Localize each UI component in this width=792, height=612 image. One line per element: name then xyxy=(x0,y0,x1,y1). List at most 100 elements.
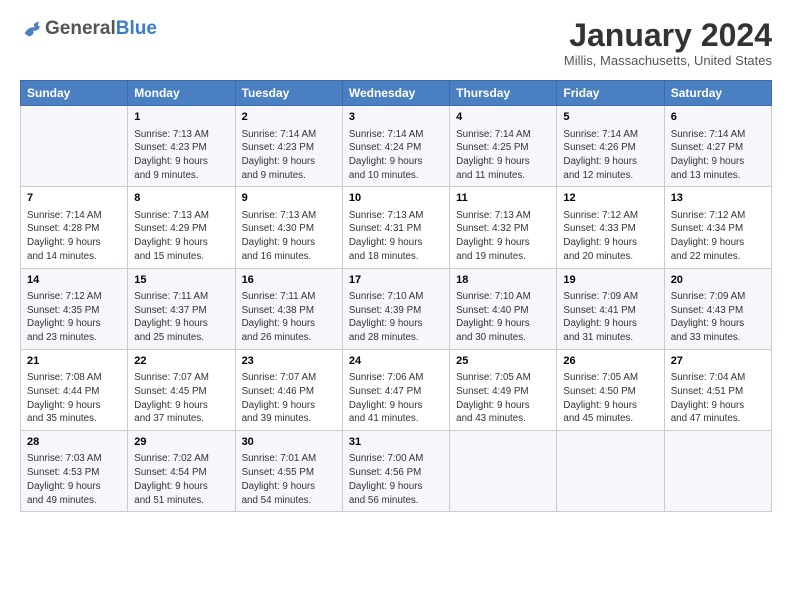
cell-line: Sunrise: 7:00 AM xyxy=(349,452,443,466)
cell-line: Daylight: 9 hours xyxy=(671,236,765,250)
cell-line: and 23 minutes. xyxy=(27,331,121,345)
day-number: 1 xyxy=(134,110,228,125)
cell-line: Sunset: 4:29 PM xyxy=(134,222,228,236)
calendar-cell: 24Sunrise: 7:06 AMSunset: 4:47 PMDayligh… xyxy=(342,349,449,430)
calendar-cell: 18Sunrise: 7:10 AMSunset: 4:40 PMDayligh… xyxy=(450,268,557,349)
calendar-cell: 17Sunrise: 7:10 AMSunset: 4:39 PMDayligh… xyxy=(342,268,449,349)
calendar-cell: 29Sunrise: 7:02 AMSunset: 4:54 PMDayligh… xyxy=(128,431,235,512)
cell-line: and 41 minutes. xyxy=(349,412,443,426)
week-row-4: 21Sunrise: 7:08 AMSunset: 4:44 PMDayligh… xyxy=(21,349,772,430)
cell-line: and 11 minutes. xyxy=(456,169,550,183)
calendar-cell: 25Sunrise: 7:05 AMSunset: 4:49 PMDayligh… xyxy=(450,349,557,430)
cell-line: and 37 minutes. xyxy=(134,412,228,426)
cell-line: Sunset: 4:33 PM xyxy=(563,222,657,236)
cell-line: Sunset: 4:27 PM xyxy=(671,141,765,155)
cell-line: Sunset: 4:31 PM xyxy=(349,222,443,236)
cell-line: Sunrise: 7:10 AM xyxy=(349,290,443,304)
cell-line: and 31 minutes. xyxy=(563,331,657,345)
week-row-1: 1 Sunrise: 7:13 AM Sunset: 4:23 PM Daylight… xyxy=(21,106,772,187)
calendar-cell: 31 Sunrise: 7:00 AMSunset: 4:56 PMDayligh… xyxy=(342,431,449,512)
calendar-cell: 5Sunrise: 7:14 AMSunset: 4:26 PMDaylight… xyxy=(557,106,664,187)
calendar-cell: 28Sunrise: 7:03 AMSunset: 4:53 PMDayligh… xyxy=(21,431,128,512)
cell-line: Sunset: 4:34 PM xyxy=(671,222,765,236)
day-number: 2 xyxy=(242,110,336,125)
calendar-cell: 4Sunrise: 7:14 AMSunset: 4:25 PMDaylight… xyxy=(450,106,557,187)
day-number: 20 xyxy=(671,273,765,288)
cell-line: Sunrise: 7:09 AM xyxy=(563,290,657,304)
cell-line: Sunset: 4:44 PM xyxy=(27,385,121,399)
cell-line: Daylight: 9 hours xyxy=(27,399,121,413)
cell-line: and 26 minutes. xyxy=(242,331,336,345)
cell-line: Sunset: 4:56 PM xyxy=(349,466,443,480)
cell-line: Sunset: 4:55 PM xyxy=(242,466,336,480)
calendar-cell: 9Sunrise: 7:13 AMSunset: 4:30 PMDaylight… xyxy=(235,187,342,268)
cell-line: Daylight: 9 hours xyxy=(456,317,550,331)
calendar-cell: 3Sunrise: 7:14 AMSunset: 4:24 PMDaylight… xyxy=(342,106,449,187)
cell-line: and 18 minutes. xyxy=(349,250,443,264)
cell-line: Daylight: 9 hours xyxy=(349,236,443,250)
cell-line: Sunset: 4:26 PM xyxy=(563,141,657,155)
day-number: 30 xyxy=(242,435,336,450)
cell-line: Sunrise: 7:07 AM xyxy=(242,371,336,385)
day-number: 14 xyxy=(27,273,121,288)
cell-line: Sunrise: 7:13 AM xyxy=(134,128,228,142)
day-number: 19 xyxy=(563,273,657,288)
day-number: 10 xyxy=(349,191,443,206)
cell-line: and 56 minutes. xyxy=(349,494,443,508)
logo-bird-icon xyxy=(23,20,45,38)
day-number: 3 xyxy=(349,110,443,125)
calendar-cell: 12Sunrise: 7:12 AMSunset: 4:33 PMDayligh… xyxy=(557,187,664,268)
cell-line: Daylight: 9 hours xyxy=(242,480,336,494)
calendar-cell: 16Sunrise: 7:11 AMSunset: 4:38 PMDayligh… xyxy=(235,268,342,349)
cell-line: Sunset: 4:38 PM xyxy=(242,304,336,318)
cell-line: Sunset: 4:46 PM xyxy=(242,385,336,399)
cell-line: Daylight: 9 hours xyxy=(134,317,228,331)
cell-line: and 9 minutes. xyxy=(242,169,336,183)
cell-line: Daylight: 9 hours xyxy=(563,317,657,331)
cell-line: Daylight: 9 hours xyxy=(27,480,121,494)
cell-line: Sunset: 4:54 PM xyxy=(134,466,228,480)
cell-line: Daylight: 9 hours xyxy=(671,399,765,413)
col-header-sunday: Sunday xyxy=(21,81,128,106)
cell-line: Daylight: 9 hours xyxy=(242,236,336,250)
calendar-cell: 22Sunrise: 7:07 AMSunset: 4:45 PMDayligh… xyxy=(128,349,235,430)
day-number: 31 xyxy=(349,435,443,450)
calendar-cell: 15Sunrise: 7:11 AMSunset: 4:37 PMDayligh… xyxy=(128,268,235,349)
cell-line: Daylight: 9 hours xyxy=(349,480,443,494)
calendar-header-row: SundayMondayTuesdayWednesdayThursdayFrid… xyxy=(21,81,772,106)
cell-line: Sunrise: 7:13 AM xyxy=(134,209,228,223)
cell-line: Daylight: 9 hours xyxy=(456,236,550,250)
cell-line: and 13 minutes. xyxy=(671,169,765,183)
cell-line: and 39 minutes. xyxy=(242,412,336,426)
cell-line: Sunset: 4:28 PM xyxy=(27,222,121,236)
cell-line: Sunset: 4:51 PM xyxy=(671,385,765,399)
cell-line: Daylight: 9 hours xyxy=(242,317,336,331)
cell-line: Sunset: 4:23 PM xyxy=(242,141,336,155)
cell-line: and 45 minutes. xyxy=(563,412,657,426)
day-number: 24 xyxy=(349,354,443,369)
calendar-cell: 6Sunrise: 7:14 AMSunset: 4:27 PMDaylight… xyxy=(664,106,771,187)
calendar-table: SundayMondayTuesdayWednesdayThursdayFrid… xyxy=(20,80,772,512)
col-header-saturday: Saturday xyxy=(664,81,771,106)
cell-line: Sunrise: 7:05 AM xyxy=(456,371,550,385)
cell-line: Sunrise: 7:01 AM xyxy=(242,452,336,466)
calendar-cell xyxy=(557,431,664,512)
cell-line: Daylight: 9 hours xyxy=(563,399,657,413)
calendar-cell xyxy=(21,106,128,187)
cell-line: and 10 minutes. xyxy=(349,169,443,183)
week-row-3: 14Sunrise: 7:12 AMSunset: 4:35 PMDayligh… xyxy=(21,268,772,349)
cell-line: Daylight: 9 hours xyxy=(242,399,336,413)
cell-line: Sunrise: 7:11 AM xyxy=(242,290,336,304)
cell-line: Sunset: 4:32 PM xyxy=(456,222,550,236)
title-block: January 2024 Millis, Massachusetts, Unit… xyxy=(564,18,772,68)
cell-line: Sunset: 4:45 PM xyxy=(134,385,228,399)
cell-line: Daylight: 9 hours xyxy=(456,155,550,169)
day-number: 13 xyxy=(671,191,765,206)
cell-line: and 47 minutes. xyxy=(671,412,765,426)
calendar-cell: 1Sunrise: 7:13 AMSunset: 4:23 PMDaylight… xyxy=(128,106,235,187)
cell-line: Sunset: 4:24 PM xyxy=(349,141,443,155)
header: GeneralBlue January 2024 Millis, Massach… xyxy=(20,18,772,68)
day-number: 27 xyxy=(671,354,765,369)
calendar-cell: 27Sunrise: 7:04 AMSunset: 4:51 PMDayligh… xyxy=(664,349,771,430)
calendar-cell xyxy=(664,431,771,512)
